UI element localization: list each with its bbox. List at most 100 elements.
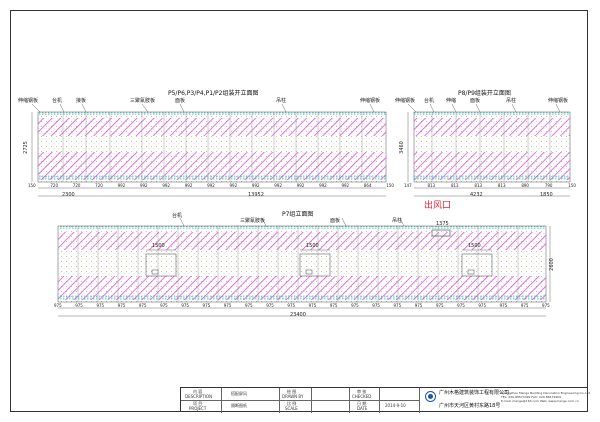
outlet-dim: 1375 [436,221,449,227]
date-value: 2014-9-10 [385,403,406,408]
view1-title: P5/P6,P3/P4,P1/P2组装开立面图 [168,90,259,97]
dimension-value: 975 [117,303,126,308]
opening-dim: 1500 [152,243,165,249]
dimension-value: 975 [329,303,338,308]
dimension-value: 975 [54,303,62,308]
dimension-value: 890 [521,183,529,188]
dimension-value: 975 [372,303,380,308]
dimension-value: 975 [223,303,232,308]
view2-label: 吊柱 [506,98,517,104]
view1-label: 接板 [76,98,87,104]
dimension-value: 975 [96,303,105,308]
view3-label: 面板 [330,218,341,224]
dimension-value: 720 [95,183,103,188]
view1-label: 吊柱 [276,98,287,104]
dimension-value: 864 [363,183,372,188]
view2-height-dim: 3460 [398,141,405,154]
dimension-value: 975 [181,303,189,308]
view1-label: 伸缩钢板 [18,98,39,104]
dimension-value: 992 [229,183,238,188]
company-logo-icon [425,391,436,402]
dimension-value: 813 [497,183,506,188]
dimension-value: 992 [319,183,327,188]
dimension-value: 975 [308,303,317,308]
view2-title: P8/P9组装开立面图 [458,90,511,97]
project-label-en: PROJECT [189,406,207,411]
dimension-value: 975 [202,303,211,308]
date-label-en: DATE [357,406,368,411]
dimension-value: 813 [474,183,483,188]
dimension-value: 790 [544,183,553,188]
view2-label: 面板 [470,98,481,104]
drawn-label-en: DRAWN BY [282,394,304,399]
view3-total: 23400 [290,312,306,318]
dimension-value: 975 [160,303,168,308]
dimension-value: 992 [296,183,305,188]
view1-label: 面板 [175,98,186,104]
dimension-value: 992 [117,183,126,188]
opening-dim: 1500 [468,243,481,249]
dimension-value: 975 [520,303,529,308]
dimension-value: 975 [457,303,465,308]
dimension-value: 992 [251,183,260,188]
scale-label-en: SCALE [285,406,298,411]
view1-bottom-dims: 150 720 720 720 992 992 992 992 992 992 992 992 992 9… [28,184,394,190]
view2-total: 4232 [470,192,483,198]
view2-label: 台机 [424,98,435,104]
dimension-value: 813 [427,183,436,188]
dimension-value: 992 [207,183,215,188]
dimension-value: 147 [404,183,412,188]
dimension-value: 992 [274,183,282,188]
opening-dim: 1500 [306,243,319,249]
view2-label: 伸缩钢板 [548,98,569,104]
view3-panel [57,217,551,317]
dimension-value: 992 [341,183,350,188]
view1-label: 三聚氰胺板 [130,98,156,104]
view3-bottom-dims: 975 975 975 975 975 975 975 975 975 975 975 975 975 9… [54,304,550,310]
dimension-value: 150 [568,183,576,188]
view2-label: 伸缩钢板 [395,98,416,104]
drawing-sheet: P5/P6,P3/P4,P1/P2组装开立面图 伸缩钢板 台机 接板 三聚氰胺板… [0,0,600,422]
view1-label: 伸缩钢板 [360,98,381,104]
view3-label: 三聚氰胺板 [240,218,266,224]
dimension-value: 975 [478,303,487,308]
view1-height-dim: 2725 [22,141,29,154]
dimension-value: 975 [542,303,550,308]
company-email: E-mail: mange@163.com Web: www.mange.com… [501,399,579,403]
view3-label: 吊柱 [392,218,403,224]
outlet-label: 出风口 [424,201,452,211]
dimension-value: 975 [266,303,274,308]
description-value: 搭配屏风 [231,391,247,396]
view3-title: P7组立面图 [282,211,314,218]
description-label-en: DESCRIPTION [185,394,213,399]
dimension-value: 813 [450,183,459,188]
view1-total: 2300 [62,192,75,198]
view2-label: 伸缩 [446,98,457,104]
dimension-value: 150 [386,183,394,188]
view1-label: 台机 [52,98,63,104]
view3-label: 台机 [172,213,183,219]
title-block: 内 容 DESCRIPTION 搭配屏风 项 目 PROJECT 隔断图纸 绘 … [180,387,590,413]
dimension-value: 992 [139,183,148,188]
company-address: 广州市天河区黄村东路18号 [439,403,501,409]
project-value: 隔断图纸 [231,403,247,408]
dimension-value: 975 [75,303,83,308]
dimension-value: 975 [435,303,444,308]
dimension-value: 975 [414,303,423,308]
dimension-value: 975 [287,303,296,308]
dimension-value: 720 [50,183,59,188]
dimension-value: 992 [162,183,170,188]
dimension-value: 720 [72,183,81,188]
view2-total: 1850 [540,192,553,198]
view1-total: 13952 [248,192,264,198]
dimension-value: 992 [184,183,193,188]
checked-label-en: CHECKED [352,394,372,399]
dimension-value: 975 [393,303,402,308]
dimension-value: 975 [499,303,508,308]
company-name: 广州木格建筑装饰工程有限公司 [439,390,510,396]
view3-height-dim: 2600 [548,258,555,271]
view2-bottom-dims: 147 813 813 813 813 890 790 150 [404,184,576,190]
dimension-value: 150 [28,183,36,188]
dimension-value: 975 [351,303,359,308]
dimension-value: 975 [138,303,147,308]
